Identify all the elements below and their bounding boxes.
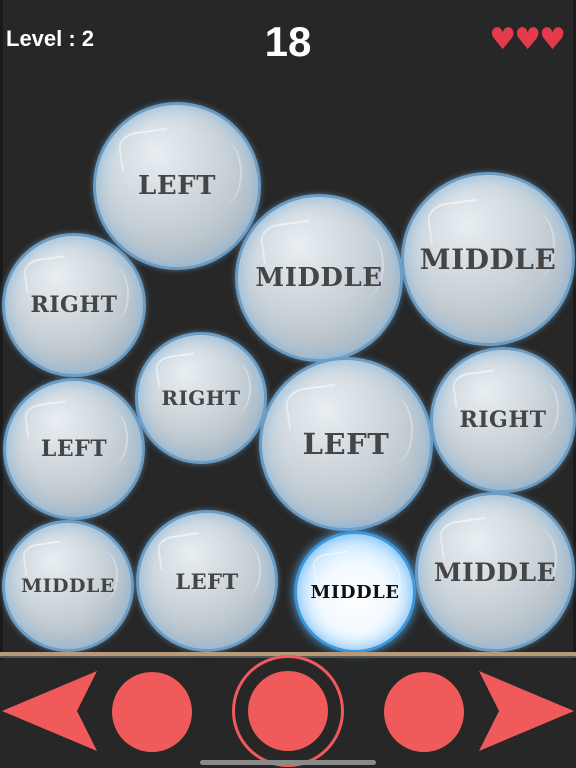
bubble-label: RIGHT: [459, 407, 547, 433]
bubble[interactable]: MIDDLE: [235, 194, 403, 362]
bubble-label: RIGHT: [30, 292, 118, 318]
right-circle-button[interactable]: [384, 672, 464, 752]
left-border: [0, 0, 3, 660]
bubble[interactable]: RIGHT: [2, 233, 146, 377]
bubble-label: LEFT: [175, 568, 239, 594]
left-circle-button[interactable]: [112, 672, 192, 752]
bubble-label: MIDDLE: [310, 581, 400, 603]
arrow-left-icon: [2, 671, 97, 751]
middle-circle-icon: [248, 671, 328, 751]
bubble[interactable]: MIDDLE: [2, 520, 134, 652]
bubble[interactable]: RIGHT: [135, 332, 267, 464]
right-arrow-button[interactable]: [474, 671, 574, 751]
bubble-label: LEFT: [138, 171, 216, 201]
bubble[interactable]: MIDDLE: [415, 492, 575, 652]
bubble-label: LEFT: [302, 427, 390, 461]
bubble[interactable]: LEFT: [3, 378, 145, 520]
bubble-label: MIDDLE: [419, 242, 557, 276]
bubble[interactable]: LEFT: [93, 102, 261, 270]
bubble[interactable]: MIDDLE: [401, 172, 575, 346]
arrow-right-icon: [479, 671, 574, 751]
left-arrow-button[interactable]: [2, 671, 102, 751]
home-indicator: [200, 760, 376, 765]
bubble-label: RIGHT: [161, 386, 241, 410]
middle-ring-button[interactable]: [232, 655, 344, 767]
bubble-label: MIDDLE: [21, 575, 115, 597]
bubble[interactable]: LEFT: [136, 510, 278, 652]
lives-hearts: ♥♥♥: [489, 22, 566, 57]
bubble[interactable]: RIGHT: [430, 347, 576, 493]
bubble-label: MIDDLE: [255, 263, 383, 293]
heart-icon: ♥: [514, 22, 541, 57]
bubble-label: LEFT: [40, 436, 108, 462]
heart-icon: ♥: [489, 22, 516, 57]
bubble-label: MIDDLE: [433, 557, 557, 587]
bubble[interactable]: LEFT: [259, 357, 433, 531]
bubble-highlighted[interactable]: MIDDLE: [294, 531, 416, 653]
heart-icon: ♥: [539, 22, 566, 57]
